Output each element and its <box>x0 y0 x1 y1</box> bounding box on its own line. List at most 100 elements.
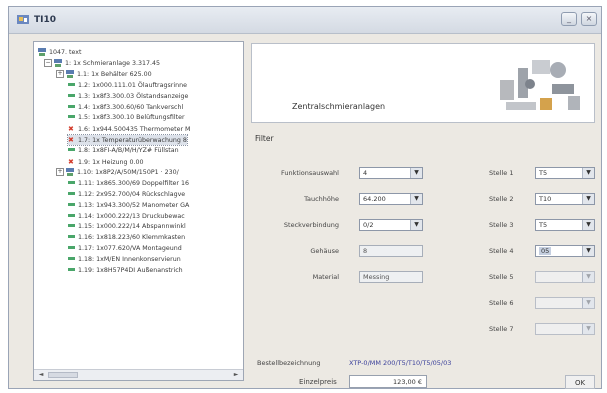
tree-item[interactable]: 1.16: 1x818.223/60 Klemmkasten <box>68 233 185 243</box>
stelle-2-select[interactable]: T10 ▼ <box>535 193 595 205</box>
label-stelle-5: Stelle 5 <box>489 273 514 281</box>
label-material: Material <box>312 273 339 281</box>
chevron-down-icon[interactable]: ▼ <box>410 194 422 204</box>
scroll-thumb[interactable] <box>48 372 78 378</box>
label-funktionsauswahl: Funktionsauswahl <box>281 169 339 177</box>
collapse-icon[interactable]: − <box>44 58 52 67</box>
tree-item[interactable]: ✖ 1.7: 1x Temperaturüberwachung 8 <box>67 134 188 147</box>
label-gehaeuse: Gehäuse <box>310 247 339 255</box>
tree-item[interactable]: +1.1: 1x Behälter 625.00 <box>56 69 152 80</box>
dash-icon <box>68 268 75 271</box>
field-value: 8 <box>363 247 368 255</box>
funktionsauswahl-select[interactable]: 4 ▼ <box>359 167 423 179</box>
node-icon <box>38 48 46 56</box>
ok-button[interactable]: OK <box>565 375 595 389</box>
tree-item[interactable]: 1.19: 1x8H57P4DI Außenanstrich <box>68 266 183 276</box>
einzelpreis-field: 123,00 € <box>349 375 427 388</box>
tree-item[interactable]: ✖ 1.6: 1x944.500435 Thermometer M <box>68 124 190 134</box>
tree-item[interactable]: 1.13: 1x943.300/52 Manometer GA <box>68 201 189 211</box>
tauchhoehe-select[interactable]: 64.200 ▼ <box>359 193 423 205</box>
detail-panel: Zentralschmieranlagen Filter Funktionsau… <box>249 41 601 389</box>
tree-label: 1.3: 1x8f3.300.03 Ölstandsanzeige <box>78 92 189 100</box>
tree-item[interactable]: − 1: 1x Schmieranlage 3.317.45 <box>44 58 161 69</box>
tree-label: 1.4: 1x8f3.300.60/60 Tankverschl <box>78 103 184 111</box>
tree-root[interactable]: 1047. text <box>38 48 81 58</box>
label-stelle-6: Stelle 6 <box>489 299 514 307</box>
scroll-left-icon[interactable]: ◄ <box>36 371 46 379</box>
tree-label: 1.12: 2x952.700/04 Rückschlagve <box>78 190 186 198</box>
chevron-down-icon[interactable]: ▼ <box>582 168 594 178</box>
chevron-down-icon: ▼ <box>582 298 594 308</box>
tree-label: 1.18: 1xM/EN Innenkonservierun <box>78 256 181 264</box>
label-stelle-1: Stelle 1 <box>489 169 514 177</box>
tree-label: 1.8: 1x8FI-A/B/M/H/YZ# Füllstan <box>78 147 179 155</box>
dash-icon <box>68 93 75 97</box>
close-button[interactable]: × <box>581 12 597 26</box>
tree-item[interactable]: ✖ 1.9: 1x Heizung 0.00 <box>68 157 144 167</box>
filter-heading: Filter <box>255 134 274 143</box>
tree-label: 1.17: 1x077.620/VA Montageund <box>78 245 182 253</box>
tree-item[interactable]: 1.8: 1x8FI-A/B/M/H/YZ# Füllstan <box>68 146 179 156</box>
chevron-down-icon[interactable]: ▼ <box>582 194 594 204</box>
expand-icon[interactable]: + <box>56 69 64 78</box>
dash-icon <box>68 191 75 195</box>
tree-item[interactable]: 1.11: 1x865.300/69 Doppelfilter 16 <box>68 179 189 189</box>
tree-item[interactable]: 1.18: 1xM/EN Innenkonservierun <box>68 255 181 265</box>
dash-icon <box>68 224 75 228</box>
chevron-down-icon[interactable]: ▼ <box>410 220 422 230</box>
product-banner: Zentralschmieranlagen <box>251 43 595 123</box>
bestellbezeichnung-value: XTP-0/MM 200/T5/T10/T5/05/03 <box>349 359 452 367</box>
steckverbindung-select[interactable]: 0/2 ▼ <box>359 219 423 231</box>
select-value: 05 <box>539 247 552 255</box>
stelle-4-select[interactable]: 05 ▼ <box>535 245 595 257</box>
chevron-down-icon[interactable]: ▼ <box>582 246 594 256</box>
tree-item[interactable]: 1.4: 1x8f3.300.60/60 Tankverschl <box>68 103 183 113</box>
title-bar[interactable]: TI10 _ × <box>9 7 601 34</box>
stelle-1-select[interactable]: T5 ▼ <box>535 167 595 179</box>
chevron-down-icon: ▼ <box>582 272 594 282</box>
tree-label: 1.13: 1x943.300/52 Manometer GA <box>78 201 190 209</box>
tree-label: 1.5: 1x8f3.300.10 Belüftungsfilter <box>78 114 185 122</box>
stelle-6-select[interactable]: ▼ <box>535 297 595 309</box>
expand-icon[interactable]: + <box>56 167 64 176</box>
tree-item[interactable]: +1.10: 1x8P2/A/50M/150P1 · 230/ <box>56 167 179 178</box>
dash-icon <box>68 104 75 108</box>
chevron-down-icon[interactable]: ▼ <box>582 220 594 230</box>
tree-label: 1.11: 1x865.300/69 Doppelfilter 16 <box>78 179 190 187</box>
tree-item[interactable]: 1.17: 1x077.620/VA Montageund <box>68 244 182 254</box>
product-image <box>500 60 580 110</box>
tree-item[interactable]: 1.3: 1x8f3.300.03 Ölstandsanzeige <box>68 92 188 102</box>
minimize-button[interactable]: _ <box>561 12 577 26</box>
banner-title: Zentralschmieranlagen <box>292 102 386 111</box>
stelle-7-select[interactable]: ▼ <box>535 323 595 335</box>
tree-item[interactable]: 1.15: 1x000.222/14 Abspannwinkl <box>68 222 186 232</box>
tree-item[interactable]: 1.2: 1x000.111.01 Ölauftragsrinne <box>68 81 187 91</box>
select-value: 0/2 <box>363 221 374 229</box>
chevron-down-icon[interactable]: ▼ <box>410 168 422 178</box>
label-steckverbindung: Steckverbindung <box>283 221 339 229</box>
stelle-5-select[interactable]: ▼ <box>535 271 595 283</box>
tree-item[interactable]: 1.14: 1x000.222/13 Druckubewac <box>68 212 185 222</box>
tree-panel[interactable]: 1047. text −1: 1x Schmieranlage 3.317.45 +… <box>33 41 244 381</box>
label-stelle-7: Stelle 7 <box>489 325 514 333</box>
stelle-3-select[interactable]: T5 ▼ <box>535 219 595 231</box>
price-value: 123,00 € <box>393 378 422 386</box>
tree-label: 1.16: 1x818.223/60 Klemmkasten <box>78 234 186 242</box>
label-stelle-3: Stelle 3 <box>489 221 514 229</box>
field-value: Messing <box>363 273 390 281</box>
dash-icon <box>68 202 75 206</box>
tree-item[interactable]: 1.12: 2x952.700/04 Rückschlagve <box>68 190 185 200</box>
tree-label: 1.9: 1x Heizung 0.00 <box>78 159 144 166</box>
tree-label: 1: 1x Schmieranlage 3.317.45 <box>65 59 161 67</box>
dash-icon <box>68 235 75 239</box>
horizontal-scrollbar[interactable]: ◄ ► <box>34 369 243 380</box>
tree-label: 1.19: 1x8H57P4DI Außenanstrich <box>78 267 183 274</box>
tree-label: 1.15: 1x000.222/14 Abspannwinkl <box>78 223 186 231</box>
tree-label: 1.7: 1x Temperaturüberwachung 8 <box>78 137 187 145</box>
tree-item[interactable]: 1.5: 1x8f3.300.10 Belüftungsfilter <box>68 113 185 123</box>
tree-label: 1.1: 1x Behälter 625.00 <box>77 70 152 78</box>
tree-label: 1.6: 1x944.500435 Thermometer M <box>78 126 191 134</box>
app-window: TI10 _ × 1047. text − 1: 1x Schmieranlage … <box>8 6 602 389</box>
scroll-right-icon[interactable]: ► <box>231 371 241 379</box>
node-icon <box>66 69 74 78</box>
